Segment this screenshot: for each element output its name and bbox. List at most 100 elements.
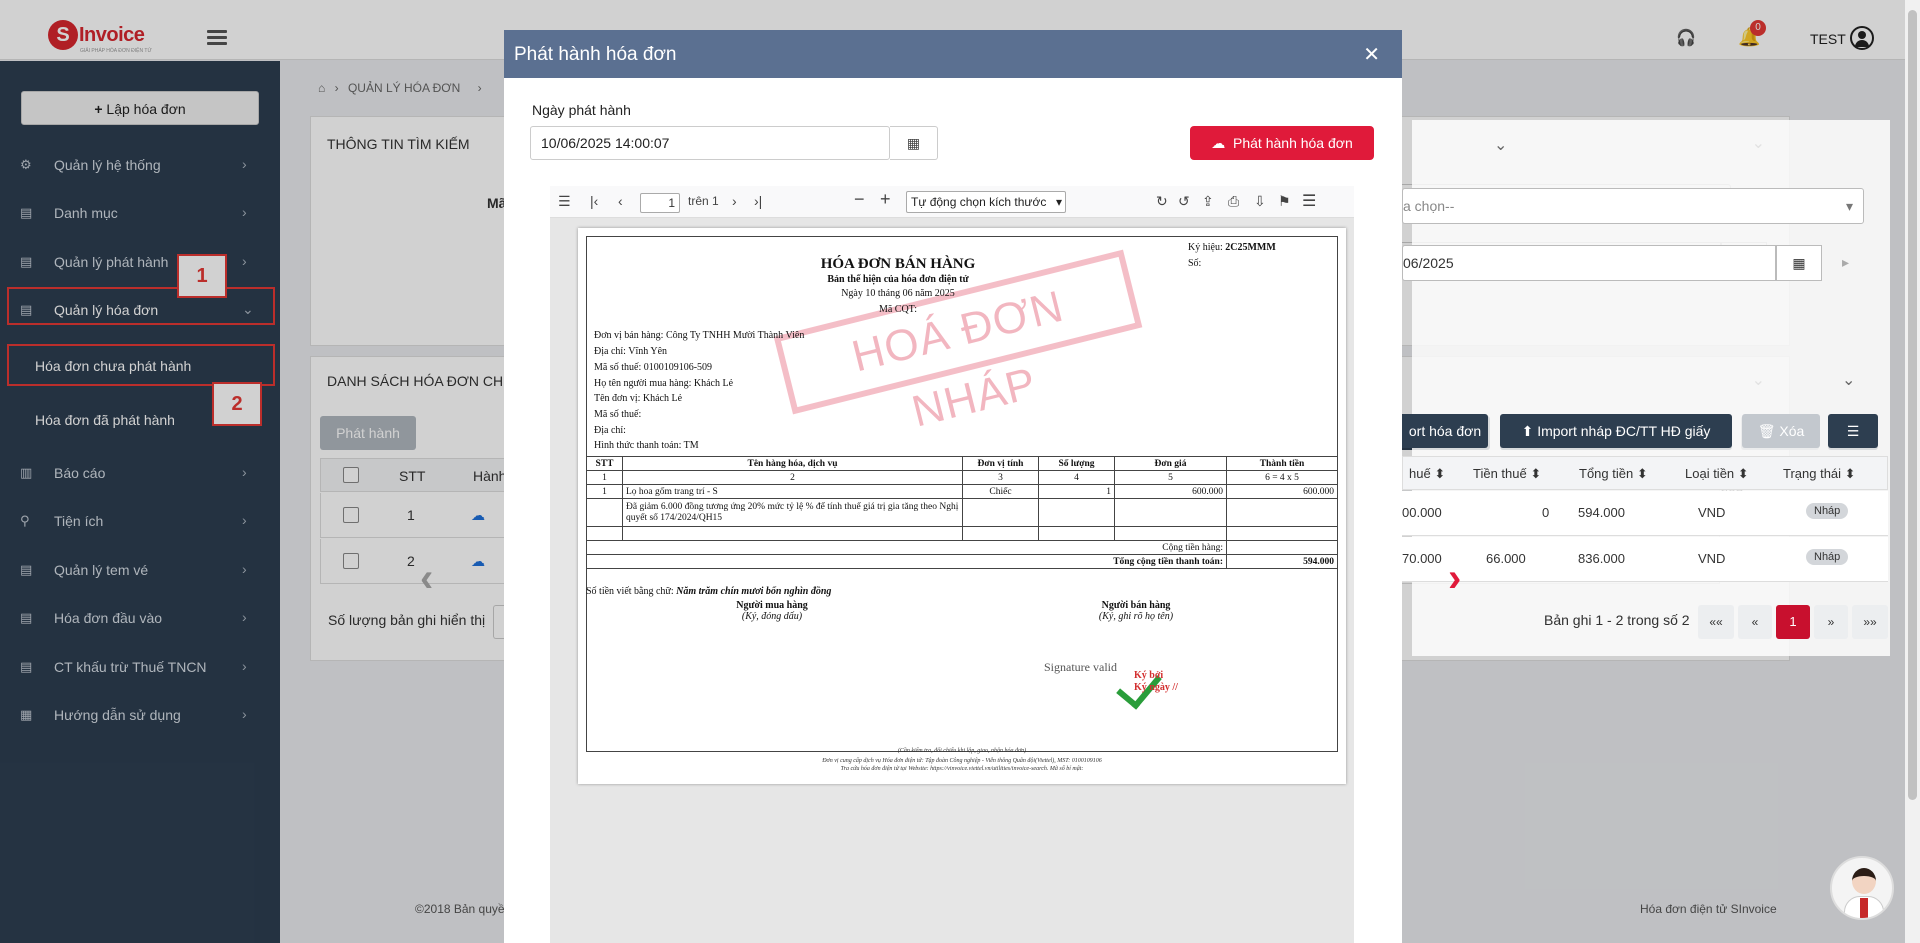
sidebar-toggle-icon[interactable]: ☰ [558,193,571,210]
issue-date-label: Ngày phát hành [532,102,631,118]
buyer-sig-note: (Ký, đóng dấu) [741,611,803,622]
buyer-name: Họ tên người mua hàng: Khách Lẻ [594,378,734,389]
next-page-icon[interactable]: › [732,193,737,209]
grand-total-value: 594.000 [1226,554,1338,569]
rotate-ccw-icon[interactable]: ↺ [1178,193,1190,210]
issue-invoice-button[interactable]: ☁ Phát hành hóa đơn [1190,126,1374,160]
buyer-signature: Người mua hàng (Ký, đóng dấu) [672,600,872,622]
last-page-icon[interactable]: ›| [754,193,762,209]
prev-arrow-icon[interactable]: ‹ [420,556,433,601]
invoice-page: HOÁ ĐƠN NHÁP HÓA ĐƠN BÁN HÀNG Bản thể hi… [578,228,1346,784]
seller-address: Địa chỉ: Vĩnh Yên [594,346,668,357]
caret-down-icon: ▾ [1055,195,1062,209]
issue-invoice-label: Phát hành hóa đơn [1233,135,1353,151]
invoice-subtitle: Bản thể hiện của hóa đơn điện tử [827,274,969,285]
invoice-number: Số: [1188,258,1202,269]
idx-cell: 6 = 4 x 5 [1226,470,1338,485]
pdf-toolbar: ☰ |‹ ‹ 1 trên 1 › ›| − + Tự động chọn kí… [550,186,1354,218]
avatar-tie [1860,898,1868,918]
payment-method: Hình thức thanh toán: TM [594,440,699,451]
issue-date-input[interactable]: 10/06/2025 14:00:07 [530,126,890,160]
symbol-label: Ký hiệu: [1188,242,1223,253]
seller-sig-note: (Ký, ghi rõ họ tên) [1098,611,1174,622]
grand-total-label: Tổng cộng tiền thanh toán: [586,554,1227,569]
buyer-tax-code: Mã số thuế: [594,409,642,420]
prev-page-icon[interactable]: ‹ [618,193,623,209]
avatar-head [1852,868,1876,894]
modal-header: Phát hành hóa đơn ✕ [504,30,1402,78]
zoom-select[interactable]: Tự động chọn kích thước ▾ [906,191,1066,213]
zoom-out-icon[interactable]: − [854,189,865,210]
signed-by: Ký bởi [1134,670,1164,681]
th-price: Đơn giá [1114,456,1227,471]
item-qty: 1 [1038,484,1115,499]
idx-cell: 2 [622,470,963,485]
th-qty: Số lượng [1038,456,1115,471]
download-icon[interactable]: ⇩ [1254,193,1266,210]
scroll-thumb[interactable] [1908,10,1917,800]
modal-title: Phát hành hóa đơn [514,44,677,65]
pdf-viewer: ☰ |‹ ‹ 1 trên 1 › ›| − + Tự động chọn kí… [550,186,1354,943]
zoom-in-icon[interactable]: + [880,189,891,210]
rotate-cw-icon[interactable]: ↻ [1156,193,1168,210]
first-page-icon[interactable]: |‹ [590,193,598,209]
issue-invoice-modal: Phát hành hóa đơn ✕ Ngày phát hành 10/06… [504,30,1402,943]
idx-cell: 5 [1114,470,1227,485]
cloud-upload-icon: ☁ [1211,135,1226,151]
open-file-icon[interactable]: ⇪ [1202,193,1214,210]
item-unit: Chiếc [962,484,1039,499]
buyer-sig-label: Người mua hàng [736,600,808,611]
signed-date: Ký ngày // [1134,682,1178,693]
table-row: Cộng tiền hàng: [586,540,1338,555]
seller-tax-code: Mã số thuế: 0100109106-509 [594,362,713,373]
invoice-date: Ngày 10 tháng 06 năm 2025 [841,288,955,299]
calendar-icon[interactable]: ▦ [890,126,938,160]
table-row: STT Tên hàng hóa, dịch vụ Đơn vị tính Số… [586,456,1338,471]
subtotal-label: Cộng tiền hàng: [586,540,1227,555]
item-amount: 600.000 [1226,484,1338,499]
table-row: 1 Lọ hoa gốm trang trí - S Chiếc 1 600.0… [586,484,1338,499]
print-icon[interactable]: ⎙ [1228,193,1239,210]
symbol-value: 2C25MMM [1225,242,1276,253]
signature-valid-text: Signature valid [1044,660,1117,674]
th-amount: Thành tiền [1226,456,1338,471]
bookmark-icon[interactable]: ⚑ [1278,193,1291,210]
th-stt: STT [586,456,623,471]
buyer-address: Địa chỉ: [594,425,626,436]
seller-signature: Người bán hàng (Ký, ghi rõ họ tên) [1036,600,1236,622]
invoice-items-table: STT Tên hàng hóa, dịch vụ Đơn vị tính Số… [586,456,1338,569]
support-chat-avatar[interactable] [1830,856,1894,920]
table-row: Tổng cộng tiền thanh toán: 594.000 [586,554,1338,569]
footnote-lookup: Tra cứu hóa đơn điện tử tại Website: htt… [840,766,1084,772]
buyer-unit: Tên đơn vị: Khách Lẻ [594,393,683,404]
words-value: Năm trăm chín mươi bốn nghìn đồng [676,586,832,597]
footnote-provider: Đơn vị cung cấp dịch vụ Hóa đơn điện tử:… [822,758,1102,764]
words-label: Số tiền viết bằng chữ: [586,586,674,597]
table-row [586,526,1338,541]
amount-in-words: Số tiền viết bằng chữ: Năm trăm chín mươ… [586,586,831,597]
seller-sig-label: Người bán hàng [1101,600,1171,611]
idx-cell: 1 [586,470,623,485]
page-scrollbar[interactable] [1905,0,1920,943]
page-number-input[interactable]: 1 [640,193,680,213]
close-icon[interactable]: ✕ [1363,42,1380,67]
idx-cell: 4 [1038,470,1115,485]
idx-cell: 3 [962,470,1039,485]
item-stt: 1 [586,484,623,499]
th-name: Tên hàng hóa, dịch vụ [622,456,963,471]
signature-info: Ký bởi Ký ngày // [1134,670,1178,694]
invoice-title: HÓA ĐƠN BÁN HÀNG [820,256,976,272]
footnote-check: (Cần kiểm tra, đối chiếu khi lập, giao, … [897,748,1027,754]
tools-menu-icon[interactable]: ☰ [1302,191,1316,211]
th-unit: Đơn vị tính [962,456,1039,471]
invoice-cqt: Mã CQT: [878,304,918,315]
table-row: 1 2 3 4 5 6 = 4 x 5 [586,470,1338,485]
item-price: 600.000 [1114,484,1227,499]
item-name: Lọ hoa gốm trang trí - S [622,484,963,499]
table-row: Đã giảm 6.000 đồng tương ứng 20% mức tỷ … [586,498,1338,527]
invoice-symbol: Ký hiệu: 2C25MMM [1188,242,1276,253]
discount-note: Đã giảm 6.000 đồng tương ứng 20% mức tỷ … [622,498,963,527]
next-arrow-icon[interactable]: › [1448,556,1461,601]
zoom-select-value: Tự động chọn kích thước [911,195,1047,209]
seller-name: Đơn vị bán hàng: Công Ty TNHH Mười Thành… [594,330,805,341]
